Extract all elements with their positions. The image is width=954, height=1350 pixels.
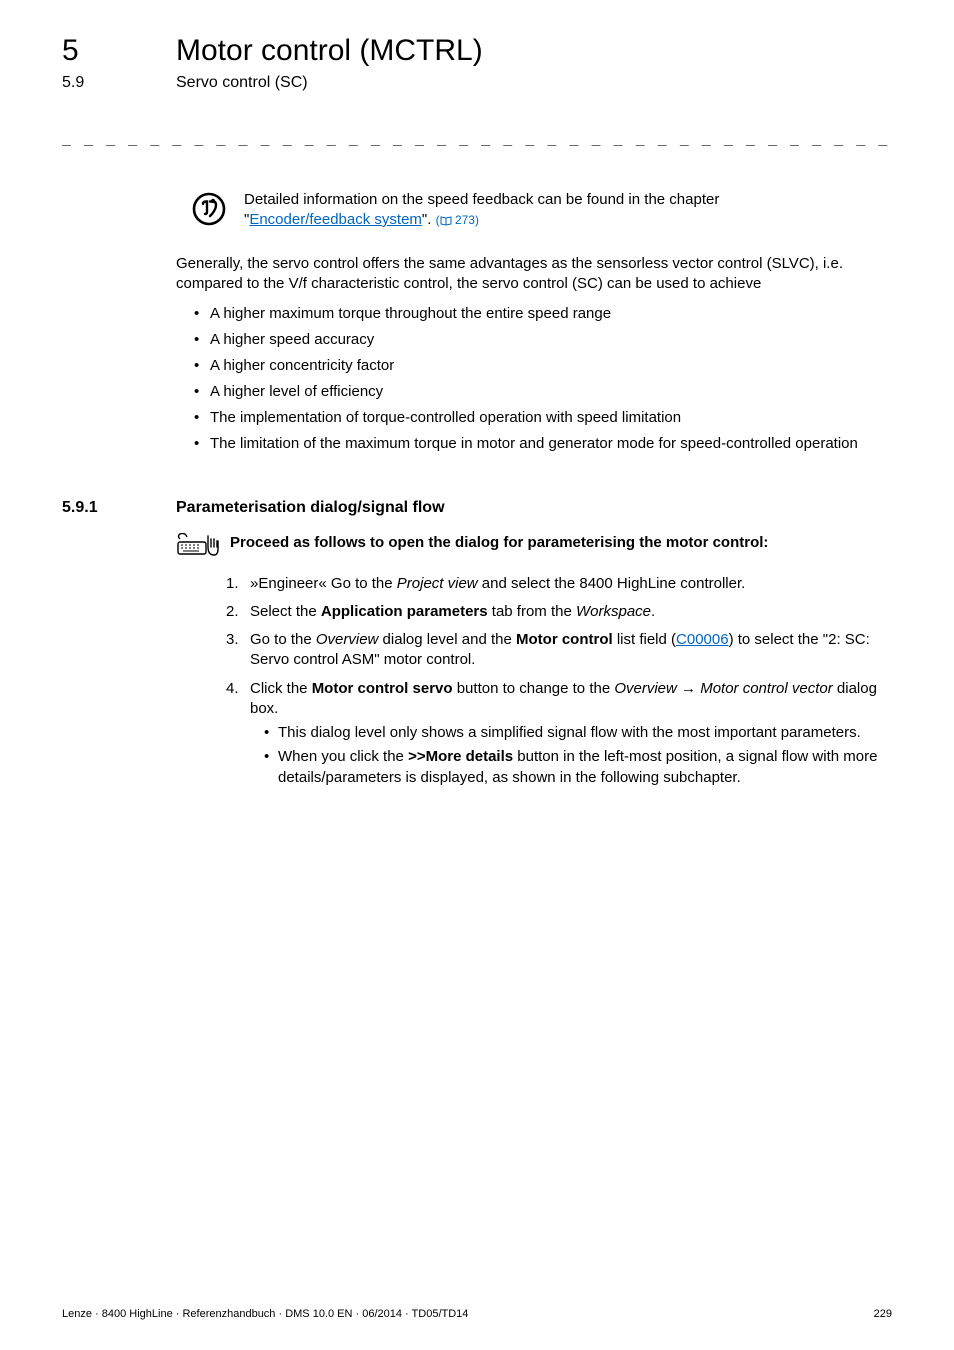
- procedure-steps: 1. »Engineer« Go to the Project view and…: [226, 574, 892, 788]
- tip-icon: [192, 192, 226, 232]
- footer-left: Lenze · 8400 HighLine · Referenzhandbuch…: [62, 1308, 468, 1320]
- list-item: A higher level of efficiency: [194, 382, 892, 402]
- list-item: The implementation of torque-controlled …: [194, 408, 892, 428]
- arrow-icon: →: [681, 680, 700, 697]
- list-item: This dialog level only shows a simplifie…: [264, 723, 892, 743]
- content-area: Detailed information on the speed feedba…: [176, 190, 892, 453]
- footer-page-number: 229: [874, 1308, 892, 1320]
- page-footer: Lenze · 8400 HighLine · Referenzhandbuch…: [62, 1308, 892, 1320]
- intro-paragraph: Generally, the servo control offers the …: [176, 254, 892, 294]
- list-item: A higher concentricity factor: [194, 356, 892, 376]
- divider-rule: _ _ _ _ _ _ _ _ _ _ _ _ _ _ _ _ _ _ _ _ …: [62, 128, 892, 146]
- step-2: 2. Select the Application parameters tab…: [226, 602, 892, 622]
- chapter-header: 5 Motor control (MCTRL): [62, 34, 892, 68]
- encoder-feedback-link[interactable]: Encoder/feedback system: [249, 211, 422, 228]
- step-text: Click the Motor control servo button to …: [250, 680, 877, 717]
- step-4: 4. Click the Motor control servo button …: [226, 679, 892, 788]
- step-text: Go to the Overview dialog level and the …: [250, 631, 870, 668]
- subsection-number: 5.9.1: [62, 499, 176, 517]
- section-header: 5.9 Servo control (SC): [62, 74, 892, 92]
- tip-after-link: ".: [422, 211, 436, 228]
- section-number: 5.9: [62, 74, 176, 92]
- keyboard-hand-icon: [176, 533, 220, 565]
- chapter-number: 5: [62, 34, 176, 68]
- list-item: The limitation of the maximum torque in …: [194, 434, 892, 454]
- step-number: 4.: [226, 679, 239, 699]
- chapter-title: Motor control (MCTRL): [176, 34, 483, 68]
- subsection-title: Parameterisation dialog/signal flow: [176, 499, 445, 517]
- list-item: A higher maximum torque throughout the e…: [194, 304, 892, 324]
- step-number: 2.: [226, 602, 239, 622]
- tip-line1: Detailed information on the speed feedba…: [244, 191, 719, 208]
- step-4-sublist: This dialog level only shows a simplifie…: [264, 723, 892, 788]
- step-3: 3. Go to the Overview dialog level and t…: [226, 630, 892, 671]
- page-ref-num: 273): [455, 213, 479, 227]
- step-number: 1.: [226, 574, 239, 594]
- tip-block: Detailed information on the speed feedba…: [176, 190, 892, 232]
- subsection-header: 5.9.1 Parameterisation dialog/signal flo…: [62, 499, 892, 517]
- page: 5 Motor control (MCTRL) 5.9 Servo contro…: [0, 0, 954, 1350]
- page-ref: ( 273): [436, 213, 479, 227]
- procedure-block: Proceed as follows to open the dialog fo…: [176, 533, 892, 788]
- section-title: Servo control (SC): [176, 74, 308, 92]
- step-1: 1. »Engineer« Go to the Project view and…: [226, 574, 892, 594]
- procedure-heading-text: Proceed as follows to open the dialog fo…: [230, 533, 768, 553]
- list-item: A higher speed accuracy: [194, 330, 892, 350]
- tip-text: Detailed information on the speed feedba…: [244, 190, 892, 231]
- feature-list: A higher maximum torque throughout the e…: [194, 304, 892, 454]
- code-link[interactable]: C00006: [676, 631, 729, 648]
- step-text: »Engineer« Go to the Project view and se…: [250, 575, 745, 592]
- book-icon: [440, 215, 452, 231]
- procedure-heading: Proceed as follows to open the dialog fo…: [176, 533, 892, 565]
- step-number: 3.: [226, 630, 239, 650]
- list-item: When you click the >>More details button…: [264, 747, 892, 788]
- step-text: Select the Application parameters tab fr…: [250, 603, 655, 620]
